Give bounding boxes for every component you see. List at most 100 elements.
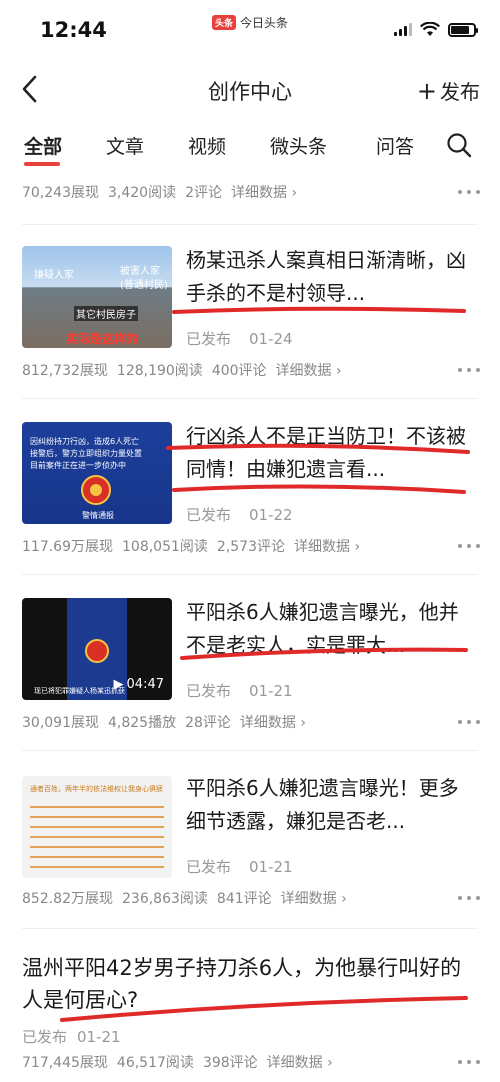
publish-info: 已发布 01-21 [186, 856, 311, 877]
views-count: 812,732展现 [22, 363, 108, 379]
reads-count: 46,517阅读 [116, 1055, 194, 1071]
article-thumbnail: 因纠纷持刀行凶，造成6人死亡 接警后，警方立即组织力量处置 目前案件正在进一步侦… [22, 422, 172, 524]
thumb-text: 接警后，警方立即组织力量处置 [30, 449, 142, 458]
article-title[interactable]: 行凶杀人不是正当防卫！不该被同情！由嫌犯遗言看... [186, 420, 476, 486]
thumb-text: 通者百姓，两年半的依法维权让我身心俱疲 [30, 785, 163, 793]
publish-info: 已发布 01-21 [22, 1026, 139, 1047]
thumb-text: 现已将犯罪嫌疑人杨某迅抓获 [34, 687, 125, 695]
publish-label: 发布 [440, 80, 480, 104]
comments-count: 400评论 [211, 363, 267, 379]
thumb-text: 其它村民房子 [74, 306, 138, 321]
views-count: 852.82万展现 [22, 891, 113, 907]
tab-all[interactable]: 全部 [24, 132, 62, 159]
article-title[interactable]: 平阳杀6人嫌犯遗言曝光，他并不是老实人，实是罪大... [186, 596, 476, 662]
detail-data-link[interactable]: 详细数据 › [276, 363, 342, 379]
views-count: 117.69万展现 [22, 539, 113, 555]
active-tab-indicator [24, 162, 60, 166]
divider [22, 750, 478, 751]
status-time: 12:44 [40, 18, 107, 42]
search-icon[interactable] [446, 132, 472, 158]
reads-count: 128,190阅读 [116, 363, 203, 379]
article-stats: 70,243展现 3,420阅读 2评论 详细数据 › [22, 182, 306, 202]
reads-count: 108,051阅读 [122, 539, 208, 555]
more-options-icon[interactable] [458, 720, 480, 726]
more-options-icon[interactable] [458, 896, 480, 902]
reads-count: 236,863阅读 [122, 891, 208, 907]
publish-date: 01-21 [77, 1028, 121, 1046]
views-count: 717,445展现 [22, 1055, 108, 1071]
wifi-icon [420, 22, 440, 36]
thumb-text: 警情通报 [82, 511, 114, 520]
comments-count: 398评论 [202, 1055, 258, 1071]
detail-data-link[interactable]: 详细数据 › [267, 1055, 333, 1071]
publish-info: 已发布 01-22 [186, 504, 311, 525]
article-thumbnail: 嫌疑人家 被害人家 (普通村民) 其它村民房子 实际是这样的 [22, 246, 172, 348]
detail-data-link[interactable]: 详细数据 › [281, 891, 347, 907]
article-stats: 717,445展现 46,517阅读 398评论 详细数据 › [22, 1052, 342, 1072]
article-stats: 117.69万展现 108,051阅读 2,573评论 详细数据 › [22, 536, 369, 556]
publish-status: 已发布 [186, 506, 232, 524]
back-icon[interactable] [18, 74, 42, 104]
detail-data-link[interactable]: 详细数据 › [240, 715, 306, 731]
thumb-text: 实际是这样的 [66, 332, 139, 346]
tab-qa[interactable]: 问答 [376, 132, 414, 159]
publish-button[interactable]: + 发布 [417, 76, 480, 105]
article-stats: 30,091展现 4,825播放 28评论 详细数据 › [22, 712, 315, 732]
video-thumbnail: 现已将犯罪嫌疑人杨某迅抓获 ▶ 04:47 [22, 598, 172, 700]
views-count: 30,091展现 [22, 715, 99, 731]
more-options-icon[interactable] [458, 544, 480, 550]
divider [22, 224, 478, 225]
divider [22, 574, 478, 575]
publish-status: 已发布 [186, 858, 232, 876]
thumb-text: 目前案件正在进一步侦办中 [30, 461, 126, 470]
comments-count: 2,573评论 [216, 539, 285, 555]
publish-status: 已发布 [186, 682, 232, 700]
thumb-text: 因纠纷持刀行凶，造成6人死亡 [30, 437, 140, 446]
views-count: 70,243展现 [22, 185, 99, 201]
divider [22, 928, 478, 929]
comments-count: 841评论 [216, 891, 272, 907]
publish-status: 已发布 [22, 1028, 68, 1046]
more-options-icon[interactable] [458, 368, 480, 374]
thumb-text: (普通村民) [120, 280, 168, 291]
status-bar: 12:44 头条 今日头条 [0, 0, 500, 60]
publish-date: 01-21 [249, 682, 293, 700]
detail-data-link[interactable]: 详细数据 › [231, 185, 297, 201]
video-duration: ▶ 04:47 [114, 677, 164, 692]
publish-info: 已发布 01-21 [186, 680, 311, 701]
detail-data-link[interactable]: 详细数据 › [294, 539, 360, 555]
reads-count: 3,420阅读 [108, 185, 177, 201]
comments-count: 28评论 [185, 715, 231, 731]
article-stats: 852.82万展现 236,863阅读 841评论 详细数据 › [22, 888, 356, 908]
police-emblem-icon [81, 475, 111, 505]
status-icons [394, 22, 478, 37]
police-emblem-icon [85, 639, 109, 663]
publish-info: 已发布 01-24 [186, 328, 311, 349]
duration-text: 04:47 [126, 677, 164, 692]
article-thumbnail: 通者百姓，两年半的依法维权让我身心俱疲 [22, 776, 172, 878]
article-title[interactable]: 温州平阳42岁男子持刀杀6人，为他暴行叫好的人是何居心? [22, 952, 482, 1016]
thumb-text: 嫌疑人家 [34, 270, 74, 281]
article-list: 70,243展现 3,420阅读 2评论 详细数据 › 嫌疑人家 被害人家 (普通村民… [0, 172, 500, 1082]
more-options-icon[interactable] [458, 190, 480, 196]
plus-icon: + [416, 76, 437, 105]
battery-icon [448, 22, 478, 37]
cellular-signal-icon [394, 23, 412, 36]
tab-videos[interactable]: 视频 [188, 132, 226, 159]
play-icon: ▶ [113, 677, 124, 692]
publish-date: 01-22 [249, 506, 293, 524]
more-options-icon[interactable] [458, 1060, 480, 1066]
publish-status: 已发布 [186, 330, 232, 348]
thumb-text: 被害人家 [120, 266, 160, 277]
app-logo: 头条 [212, 15, 237, 30]
publish-date: 01-24 [249, 330, 293, 348]
article-title[interactable]: 平阳杀6人嫌犯遗言曝光！更多细节透露，嫌犯是否老... [186, 772, 476, 838]
status-app-indicator: 头条 今日头条 [212, 14, 288, 31]
publish-date: 01-21 [249, 858, 293, 876]
thumb-text-lines [30, 806, 164, 870]
plays-count: 4,825播放 [108, 715, 177, 731]
tab-articles[interactable]: 文章 [106, 132, 144, 159]
article-title[interactable]: 杨某迅杀人案真相日渐清晰，凶手杀的不是村领导... [186, 244, 476, 310]
app-name: 今日头条 [240, 16, 289, 30]
tab-micro-posts[interactable]: 微头条 [270, 132, 327, 159]
